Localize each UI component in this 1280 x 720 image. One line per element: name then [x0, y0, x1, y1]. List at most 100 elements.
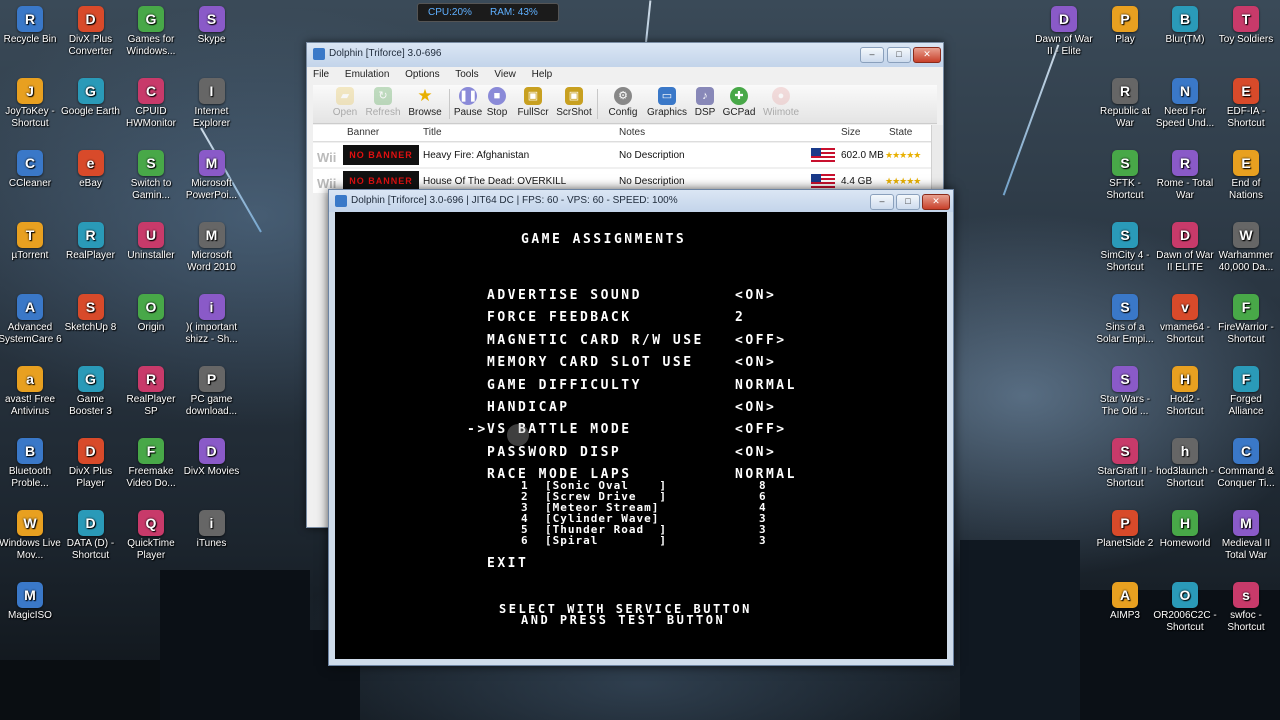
desktop-icon-switch-to-gamin[interactable]: S Switch to Gamin...	[119, 150, 183, 202]
setting-value[interactable]: <OFF>	[735, 422, 787, 437]
desktop-icon-republic-at-war[interactable]: R Republic at War	[1093, 78, 1157, 130]
setting-label[interactable]: MEMORY CARD SLOT USE	[487, 355, 694, 370]
game-screen[interactable]: GAME ASSIGNMENTS ADVERTISE SOUND <ON> FORC…	[335, 212, 947, 659]
screenshot-button[interactable]: ▣ ScrShot	[554, 87, 594, 118]
menu-help[interactable]: Help	[532, 69, 553, 80]
setting-label[interactable]: FORCE FEEDBACK	[487, 310, 632, 325]
desktop-icon-firewarrior-shortcut[interactable]: F FireWarrior - Shortcut	[1214, 294, 1278, 346]
col-notes[interactable]: Notes	[619, 127, 645, 138]
menu-tools[interactable]: Tools	[455, 69, 478, 80]
desktop-icon-aimp3[interactable]: A AIMP3	[1093, 582, 1157, 622]
maximize-button[interactable]: □	[887, 47, 911, 63]
desktop-icon-realplayer[interactable]: R RealPlayer	[59, 222, 123, 262]
desktop-icon-simcity-4-shortcut[interactable]: S SimCity 4 - Shortcut	[1093, 222, 1157, 274]
desktop-icon-skype[interactable]: S Skype	[180, 6, 244, 46]
render-titlebar[interactable]: Dolphin [Triforce] 3.0-696 | JIT64 DC | …	[329, 190, 953, 212]
desktop-icon-realplayer-sp[interactable]: R RealPlayer SP	[119, 366, 183, 418]
minimize-button[interactable]: ‒	[860, 47, 884, 63]
browse-button[interactable]: ★ Browse	[405, 87, 445, 119]
desktop-icon-or2006c2c-shortcut[interactable]: O OR2006C2C - Shortcut	[1153, 582, 1217, 634]
exit-option[interactable]: EXIT	[487, 556, 528, 571]
setting-label[interactable]: GAME DIFFICULTY	[487, 378, 642, 393]
desktop-icon-uninstaller[interactable]: U Uninstaller	[119, 222, 183, 262]
stop-button[interactable]: ■ Stop	[477, 87, 517, 118]
menu-view[interactable]: View	[494, 69, 516, 80]
close-button[interactable]: ✕	[922, 194, 950, 210]
gcpad-button[interactable]: ✚ GCPad	[719, 87, 759, 118]
desktop-icon-joytokey-shortcut[interactable]: J JoyToKey - Shortcut	[0, 78, 62, 130]
desktop-icon-blur-tm[interactable]: B Blur(TM)	[1153, 6, 1217, 46]
desktop-icon-warhammer-40-000-da[interactable]: W Warhammer 40,000 Da...	[1214, 222, 1278, 274]
desktop-icon-advanced-systemcare-6[interactable]: A Advanced SystemCare 6	[0, 294, 62, 346]
setting-label[interactable]: HANDICAP	[487, 400, 570, 415]
desktop-icon-command-conquer-ti[interactable]: C Command & Conquer Ti...	[1214, 438, 1278, 490]
desktop-icon-toy-soldiers[interactable]: T Toy Soldiers	[1214, 6, 1278, 46]
desktop-icon-planetside-2[interactable]: P PlanetSide 2	[1093, 510, 1157, 550]
desktop-icon-divx-plus-converter[interactable]: D DivX Plus Converter	[59, 6, 123, 58]
desktop-icon-rome-total-war[interactable]: R Rome - Total War	[1153, 150, 1217, 202]
desktop-icon-torrent[interactable]: TµTorrent	[0, 222, 62, 262]
desktop-icon-hod3launch-shortcut[interactable]: h hod3launch - Shortcut	[1153, 438, 1217, 490]
desktop-icon-microsoft-powerpoi[interactable]: M Microsoft PowerPoi...	[180, 150, 244, 202]
desktop-icon-windows-live-mov[interactable]: W Windows Live Mov...	[0, 510, 62, 562]
desktop-icon-play[interactable]: P Play	[1093, 6, 1157, 46]
setting-value[interactable]: NORMAL	[735, 378, 797, 393]
desktop-icon-sins-of-a-solar-empi[interactable]: S Sins of a Solar Empi...	[1093, 294, 1157, 346]
desktop-icon-ebay[interactable]: e eBay	[59, 150, 123, 190]
desktop-icon-end-of-nations[interactable]: E End of Nations	[1214, 150, 1278, 202]
desktop-icon-quicktime-player[interactable]: Q QuickTime Player	[119, 510, 183, 562]
desktop-icon-google-earth[interactable]: G Google Earth	[59, 78, 123, 118]
desktop-icon-need-for-speed-und[interactable]: N Need For Speed Und...	[1153, 78, 1217, 130]
fullscreen-button[interactable]: ▣ FullScr	[513, 87, 553, 118]
col-size[interactable]: Size	[841, 127, 860, 138]
menu-emulation[interactable]: Emulation	[345, 69, 389, 80]
config-button[interactable]: ⚙ Config	[603, 87, 643, 118]
main-titlebar[interactable]: Dolphin [Triforce] 3.0-696 ‒ □ ✕	[307, 43, 943, 67]
menu-options[interactable]: Options	[405, 69, 439, 80]
menu-file[interactable]: File	[313, 69, 329, 80]
desktop-icon-vmame64-shortcut[interactable]: v vmame64 - Shortcut	[1153, 294, 1217, 346]
setting-value[interactable]: 2	[735, 310, 745, 325]
desktop-icon-internet-explorer[interactable]: I Internet Explorer	[180, 78, 244, 130]
desktop-icon-homeworld[interactable]: H Homeworld	[1153, 510, 1217, 550]
desktop-icon-swfoc-shortcut[interactable]: s swfoc - Shortcut	[1214, 582, 1278, 634]
desktop-icon-freemake-video-do[interactable]: F Freemake Video Do...	[119, 438, 183, 490]
desktop-icon-sketchup-8[interactable]: S SketchUp 8	[59, 294, 123, 334]
desktop-icon-medieval-ii-total-war[interactable]: M Medieval II Total War	[1214, 510, 1278, 562]
desktop-icon-dawn-of-war-ii-elite[interactable]: D Dawn of War II ELITE	[1153, 222, 1217, 274]
setting-value[interactable]: <ON>	[735, 355, 776, 370]
maximize-button[interactable]: □	[896, 194, 920, 210]
desktop-icon-microsoft-word-2010[interactable]: M Microsoft Word 2010	[180, 222, 244, 274]
graphics-button[interactable]: ▭ Graphics	[647, 87, 687, 118]
refresh-button[interactable]: ↻ Refresh	[363, 87, 403, 118]
desktop-icon-hod2-shortcut[interactable]: H Hod2 - Shortcut	[1153, 366, 1217, 418]
minimize-button[interactable]: ‒	[870, 194, 894, 210]
col-title[interactable]: Title	[423, 127, 442, 138]
desktop-icon-sftk-shortcut[interactable]: S SFTK - Shortcut	[1093, 150, 1157, 202]
desktop-icon-magiciso[interactable]: M MagicISO	[0, 582, 62, 622]
setting-label[interactable]: ADVERTISE SOUND	[487, 288, 642, 303]
desktop-icon-pc-game-download[interactable]: P PC game download...	[180, 366, 244, 418]
desktop-icon-data-d-shortcut[interactable]: D DATA (D) - Shortcut	[59, 510, 123, 562]
col-banner[interactable]: Banner	[347, 127, 379, 138]
setting-value[interactable]: <OFF>	[735, 333, 787, 348]
desktop-icon-origin[interactable]: O Origin	[119, 294, 183, 334]
col-state[interactable]: State	[889, 127, 912, 138]
close-button[interactable]: ✕	[913, 47, 941, 63]
setting-value[interactable]: <ON>	[735, 288, 776, 303]
desktop-icon-itunes[interactable]: i iTunes	[180, 510, 244, 550]
desktop-icon-game-booster-3[interactable]: G Game Booster 3	[59, 366, 123, 418]
desktop-icon-games-for-windows[interactable]: G Games for Windows...	[119, 6, 183, 58]
desktop-icon-bluetooth-proble[interactable]: B Bluetooth Proble...	[0, 438, 62, 490]
wiimote-button[interactable]: ● Wiimote	[761, 87, 801, 118]
setting-value[interactable]: <ON>	[735, 400, 776, 415]
desktop-icon-forged-alliance[interactable]: F Forged Alliance	[1214, 366, 1278, 418]
setting-value[interactable]: <ON>	[735, 445, 776, 460]
desktop-icon-stargraft-ii-shortcut[interactable]: S StarGraft II - Shortcut	[1093, 438, 1157, 490]
desktop-icon-dawn-of-war-ii-elite[interactable]: D Dawn of War II - Elite	[1032, 6, 1096, 58]
open-button[interactable]: ▰ Open	[325, 87, 365, 118]
desktop-icon-edf-ia-shortcut[interactable]: E EDF-IA - Shortcut	[1214, 78, 1278, 130]
dolphin-render-window[interactable]: Dolphin [Triforce] 3.0-696 | JIT64 DC | …	[328, 189, 954, 666]
desktop-icon-divx-movies[interactable]: D DivX Movies	[180, 438, 244, 478]
desktop-icon-important-shizz-sh[interactable]: i)( important shizz - Sh...	[180, 294, 244, 346]
